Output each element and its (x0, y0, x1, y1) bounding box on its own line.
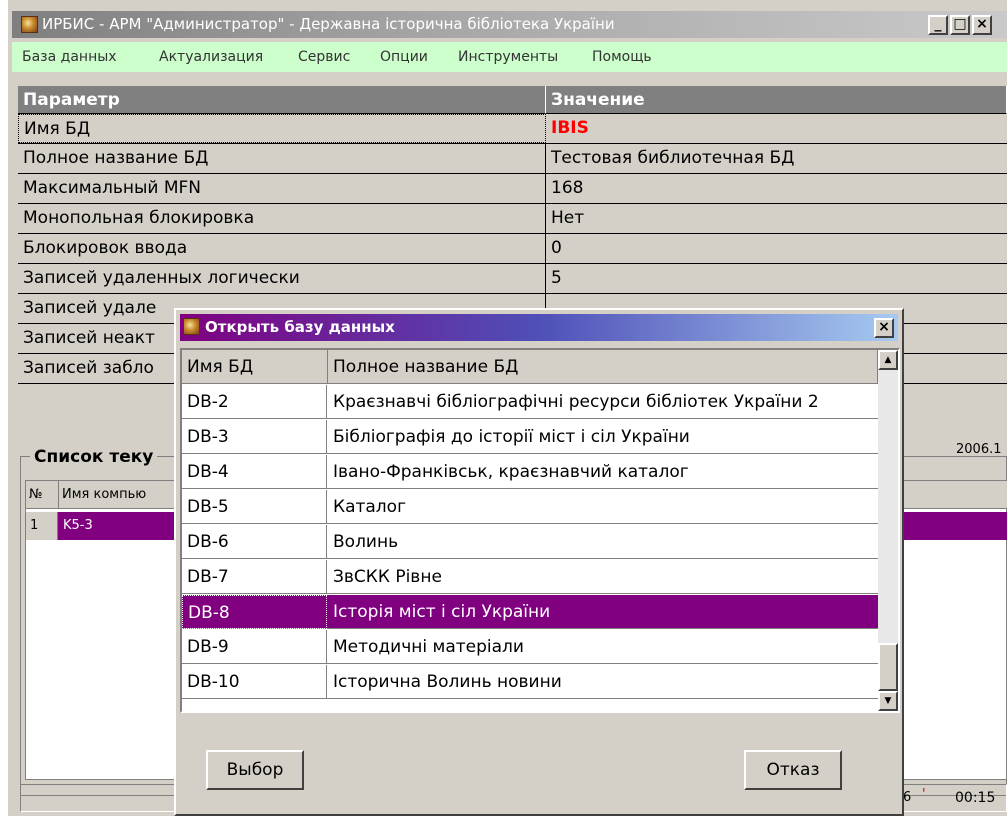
menu-database[interactable]: База данных (22, 42, 117, 72)
dialog-app-icon (183, 318, 200, 335)
main-title-bar[interactable]: ИРБИС - АРМ "Администратор" - Державна і… (12, 11, 1007, 38)
scroll-up-arrow-icon[interactable]: ▲ (878, 350, 898, 370)
database-row[interactable]: DB-4 Івано-Франківськ, краєзнавчий катал… (182, 455, 878, 489)
status-time: 00:15 (955, 790, 996, 806)
status-text: 6 (903, 790, 912, 805)
db-name-cell: DB-8 (182, 595, 327, 629)
list-item-computer-name: K5-3 (63, 518, 93, 533)
column-header-db-name[interactable]: Имя БД (182, 350, 328, 384)
db-name-cell: DB-3 (182, 420, 327, 454)
value-cell: 168 (551, 178, 584, 198)
list-header-number[interactable]: № (26, 481, 59, 509)
db-full-name-cell: Бібліографія до історії міст і сіл Украї… (333, 427, 690, 447)
value-cell: 0 (551, 238, 562, 258)
param-cell: Блокировок ввода (18, 234, 546, 263)
db-full-name-cell: Історична Волинь новини (333, 672, 562, 692)
window-title: ИРБИС - АРМ "Администратор" - Державна і… (42, 15, 615, 33)
database-list-scrollbar[interactable]: ▲ ▼ (878, 350, 898, 711)
db-full-name-cell: Каталог (333, 497, 407, 517)
select-button[interactable]: Выбор (206, 750, 304, 790)
menu-tools[interactable]: Инструменты (458, 42, 558, 72)
db-name-cell: DB-10 (182, 665, 327, 699)
value-cell: Тестовая библиотечная БД (551, 148, 795, 168)
db-full-name-cell: ЗвСКК Рівне (333, 567, 442, 587)
database-row[interactable]: DB-9 Методичні матеріали (182, 630, 878, 664)
list-item-number: 1 (26, 512, 58, 540)
menu-update[interactable]: Актуализация (159, 42, 263, 72)
scrollbar-thumb[interactable] (878, 643, 898, 691)
open-database-dialog: Открыть базу данных × Имя БД Полное назв… (174, 308, 904, 816)
app-icon (21, 16, 38, 33)
grid-row[interactable]: Записей удаленных логически 5 (18, 264, 1007, 294)
db-name-cell: DB-6 (182, 525, 327, 559)
grid-row[interactable]: Монопольная блокировка Нет (18, 204, 1007, 234)
panel-date: 2006.1 (956, 442, 1002, 457)
database-row[interactable]: DB-3 Бібліографія до історії міст і сіл … (182, 420, 878, 454)
database-row-selected[interactable]: DB-8 Історія міст і сіл України (182, 595, 878, 629)
db-name-cell: DB-4 (182, 455, 327, 489)
menu-service[interactable]: Сервис (298, 42, 350, 72)
db-name-cell: DB-9 (182, 630, 327, 664)
grid-header-value[interactable]: Значение (546, 86, 1007, 114)
param-cell: Записей удаленных логически (18, 264, 546, 293)
db-name-cell: DB-5 (182, 490, 327, 524)
database-row[interactable]: DB-7 ЗвСКК Рівне (182, 560, 878, 594)
grid-header-parameter[interactable]: Параметр (18, 86, 546, 114)
minimize-button[interactable]: _ (928, 15, 948, 35)
db-name-cell: DB-7 (182, 560, 327, 594)
dialog-close-button[interactable]: × (874, 318, 894, 338)
close-button[interactable]: × (972, 15, 992, 35)
maximize-button[interactable]: □ (950, 15, 970, 35)
db-full-name-cell: Волинь (333, 532, 399, 552)
db-full-name-cell: Івано-Франківськ, краєзнавчий каталог (333, 462, 689, 482)
column-header-full-name[interactable]: Полное название БД (328, 350, 878, 384)
cancel-button[interactable]: Отказ (744, 750, 842, 790)
value-cell: IBIS (551, 118, 589, 138)
grid-row[interactable]: Максимальный MFN 168 (18, 174, 1007, 204)
database-list[interactable]: Имя БД Полное название БД DB-2 Краєзнавч… (180, 348, 900, 713)
scroll-down-arrow-icon[interactable]: ▼ (878, 691, 898, 711)
value-cell: Нет (551, 208, 585, 228)
param-cell: Максимальный MFN (18, 174, 546, 203)
menu-bar: База данных Актуализация Сервис Опции Ин… (12, 42, 1007, 72)
status-indicator: ' (922, 787, 926, 802)
menu-options[interactable]: Опции (380, 42, 428, 72)
grid-row[interactable]: Полное название БД Тестовая библиотечная… (18, 144, 1007, 174)
database-row[interactable]: DB-5 Каталог (182, 490, 878, 524)
db-full-name-cell: Історія міст і сіл України (333, 602, 551, 622)
grid-row[interactable]: Блокировок ввода 0 (18, 234, 1007, 264)
db-full-name-cell: Методичні матеріали (333, 637, 524, 657)
database-row[interactable]: DB-2 Краєзнавчі бібліографічні ресурси б… (182, 385, 878, 419)
grid-row[interactable]: Имя БД IBIS (18, 114, 1007, 144)
dialog-title-bar[interactable]: Открыть базу данных × (180, 314, 898, 341)
db-name-cell: DB-2 (182, 385, 327, 419)
dialog-title: Открыть базу данных (205, 318, 395, 336)
value-cell: 5 (551, 268, 562, 288)
db-full-name-cell: Краєзнавчі бібліографічні ресурси бібліо… (333, 392, 819, 412)
panel-caption: Список теку (30, 446, 158, 468)
database-row[interactable]: DB-10 Історична Волинь новини (182, 665, 878, 699)
param-cell: Полное название БД (18, 144, 546, 173)
menu-help[interactable]: Помощь (592, 42, 652, 72)
param-cell: Монопольная блокировка (18, 204, 546, 233)
database-row[interactable]: DB-6 Волинь (182, 525, 878, 559)
param-cell: Имя БД (18, 114, 546, 143)
